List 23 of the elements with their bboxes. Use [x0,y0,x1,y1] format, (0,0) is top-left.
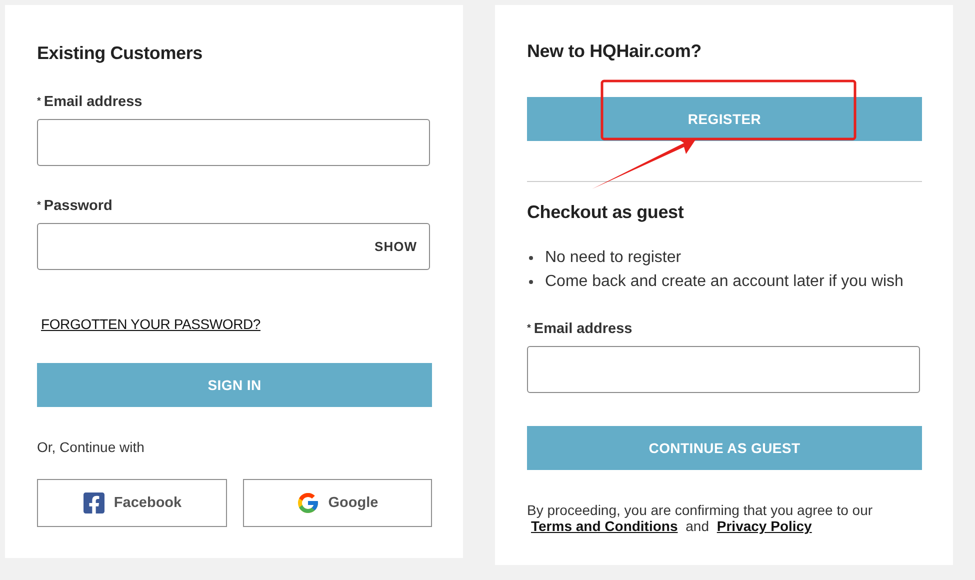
email-field[interactable] [527,346,920,393]
social-login-button[interactable]: Google [242,479,432,527]
social-prompt: Or, Continue with [37,438,144,457]
password-field[interactable]: SHOW [37,223,430,270]
field-label: * Email address [527,320,632,339]
section-title: New to HQHair.com? [527,40,702,63]
email-field[interactable] [37,119,430,166]
section-title: Existing Customers [37,42,202,65]
google-icon [296,491,320,515]
show-password-button[interactable]: SHOW [374,239,417,254]
section-title: Checkout as guest [527,201,684,224]
privacy-policy-link[interactable]: Privacy Policy [716,518,812,534]
terms-link[interactable]: Terms and Conditions [531,518,678,534]
legal-notice: By proceeding, you are confirming that you agree to our Terms and Conditions and Privacy Policy [527,502,873,534]
field-label: * Email address [37,93,142,112]
facebook-icon [82,491,106,515]
benefit-text: No need to register [545,249,682,267]
bullet-icon [529,256,533,260]
forgot-password-link[interactable]: FORGOTTEN YOUR PASSWORD? [41,314,260,334]
field-label: * Password [37,197,112,216]
social-login-button[interactable]: Facebook [37,479,226,527]
benefit-text: Come back and create an account later if you wish [545,273,904,291]
bullet-icon [529,280,533,284]
